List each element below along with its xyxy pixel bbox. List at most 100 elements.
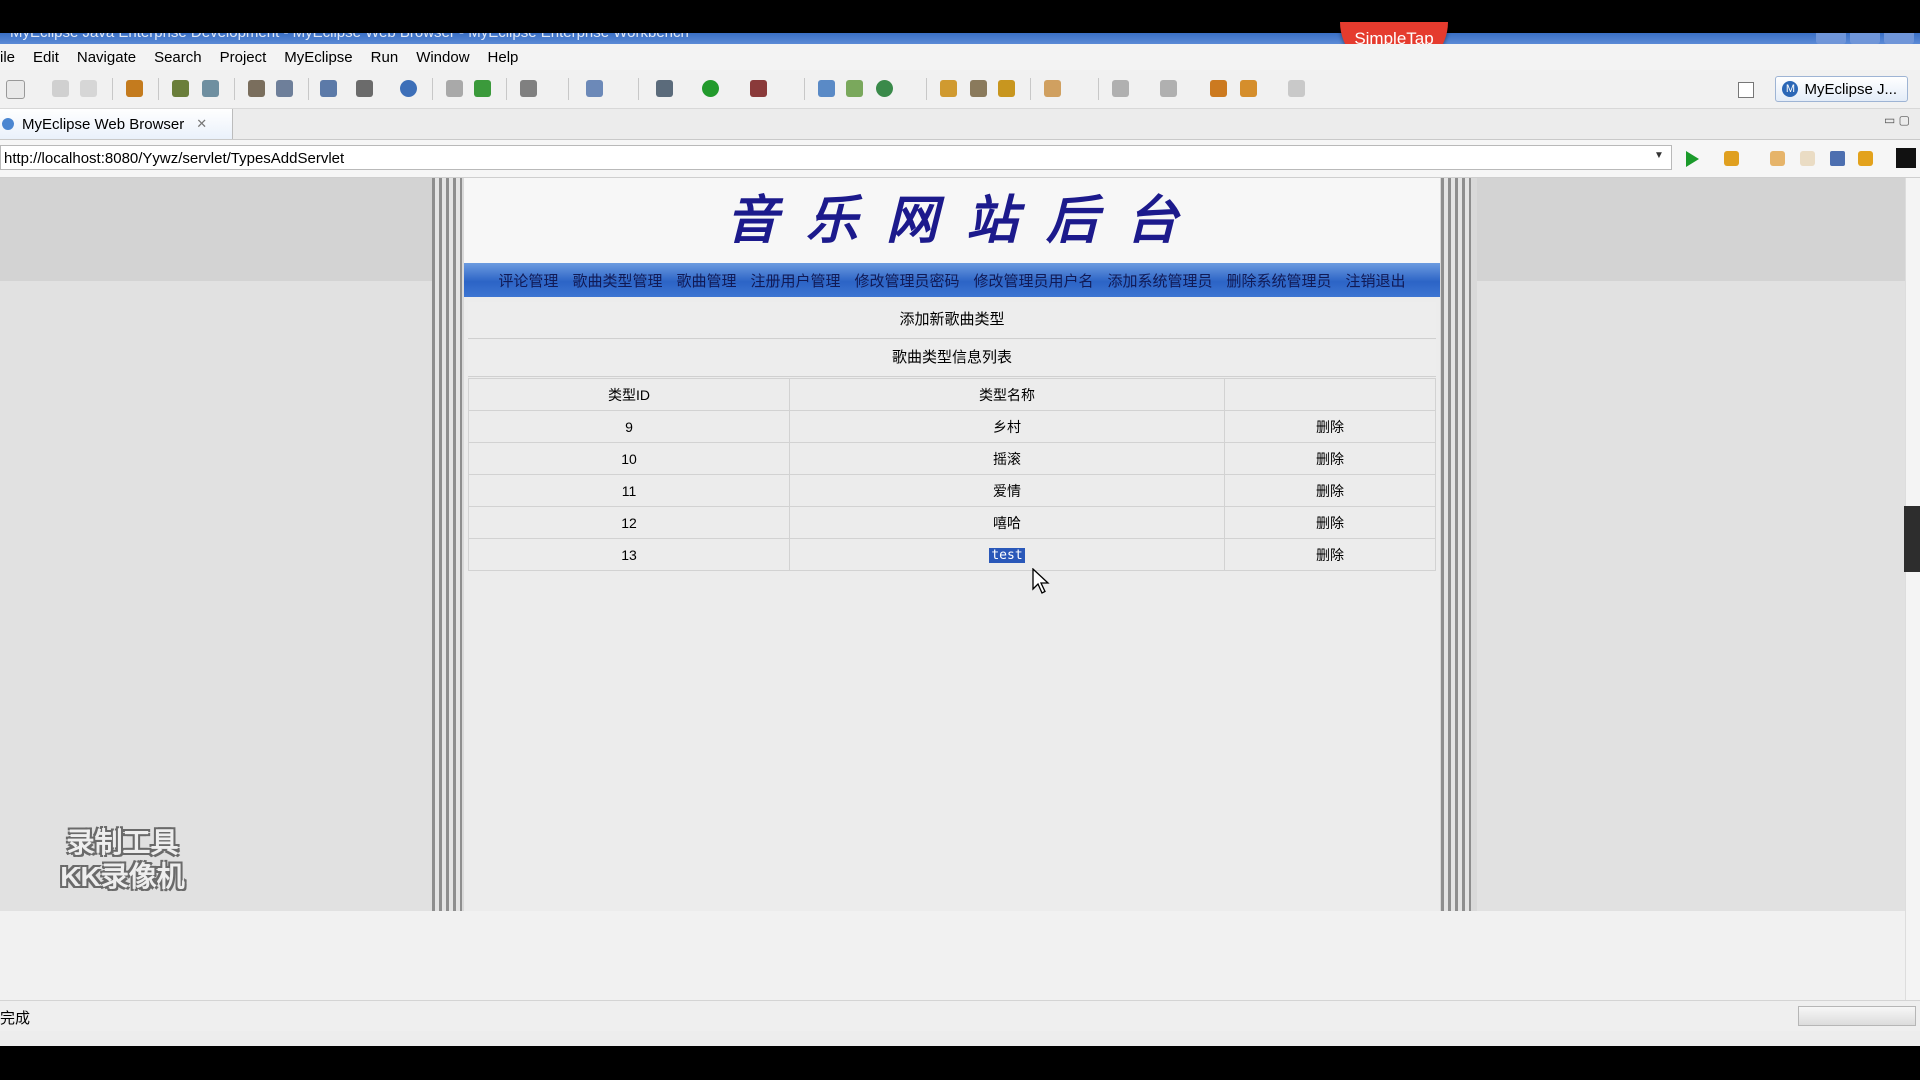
menu-help[interactable]: Help [479,49,528,66]
next-annotation-icon[interactable] [1112,80,1129,97]
new-icon[interactable] [6,80,25,99]
tab-web-browser[interactable]: MyEclipse Web Browser ✕ [0,109,233,139]
external-tools-icon[interactable] [750,80,767,97]
menu-navigate[interactable]: Navigate [68,49,145,66]
type-id: 13 [468,538,790,571]
vertical-scrollbar[interactable] [1905,178,1920,1000]
watermark-line-2: KK录像机 [60,861,185,892]
open-perspective-icon[interactable] [1738,82,1754,98]
type-name: 嘻哈 [789,506,1225,539]
nav-delete-admin[interactable]: 删除系统管理员 [1227,270,1332,291]
maximize-button[interactable] [1850,33,1880,44]
nav-logout[interactable]: 注销退出 [1346,270,1406,291]
go-icon[interactable] [1686,151,1699,167]
minimize-button[interactable] [1816,33,1846,44]
save-all-icon[interactable] [80,80,97,97]
new-interface-icon[interactable] [876,80,893,97]
forward-icon[interactable] [1800,151,1815,166]
nav-user-management[interactable]: 注册用户管理 [750,270,840,291]
wizard-icon[interactable] [356,80,373,97]
view-minmax-icons[interactable]: ▭ ▢ [1884,113,1910,127]
delete-link[interactable]: 删除 [1224,410,1436,443]
gear-icon[interactable] [172,80,189,97]
delete-link[interactable]: 删除 [1224,442,1436,475]
watermark-line-1: 录制工具 [66,827,179,858]
site-banner: 音乐网站后台 [464,178,1440,263]
admin-page: 音乐网站后台 评论管理 歌曲类型管理 歌曲管理 注册用户管理 修改管理员密码 修… [464,178,1440,911]
save-icon[interactable] [52,80,69,97]
table-row: 12 嘻哈 删除 [468,506,1436,539]
last-edit-icon[interactable] [1210,80,1227,97]
header-type-id: 类型ID [468,378,790,411]
window-title: MyEclipse Java Enterprise Development - … [10,33,689,41]
back-arrow-icon[interactable] [1240,80,1257,97]
nav-song-type-management[interactable]: 歌曲类型管理 [572,270,662,291]
menu-myeclipse[interactable]: MyEclipse [275,49,361,66]
debug-icon[interactable] [656,80,673,97]
table-row: 11 爱情 删除 [468,474,1436,507]
close-window-button[interactable] [1884,33,1914,44]
chevron-down-icon[interactable]: ▼ [1654,150,1664,161]
header-type-name: 类型名称 [789,378,1225,411]
status-bar: 完成 [0,1000,1920,1031]
nav-add-admin[interactable]: 添加系统管理员 [1108,270,1213,291]
type-id: 10 [468,442,790,475]
nav-comment-management[interactable]: 评论管理 [498,270,558,291]
left-background [0,178,432,911]
refresh-icon[interactable] [474,80,491,97]
nav-song-management[interactable]: 歌曲管理 [676,270,736,291]
menu-bar: ile Edit Navigate Search Project MyEclip… [0,44,1920,70]
server-icon[interactable] [202,80,219,97]
table-row: 10 摇滚 删除 [468,442,1436,475]
menu-run[interactable]: Run [362,49,408,66]
favorites-icon[interactable] [1724,151,1739,166]
package-icon[interactable] [126,80,143,97]
selected-text[interactable]: test [989,548,1025,563]
manage-deploy-icon[interactable] [276,80,293,97]
pencil-icon[interactable] [970,80,987,97]
perspective-button[interactable]: M MyEclipse J... [1775,76,1908,102]
globe-icon [2,118,14,130]
open-folder-icon[interactable] [446,80,463,97]
menu-file[interactable]: ile [0,49,24,66]
delete-link[interactable]: 删除 [1224,474,1436,507]
web-project-icon[interactable] [320,80,337,97]
type-id: 9 [468,410,790,443]
delete-link[interactable]: 删除 [1224,538,1436,571]
refresh-icon[interactable] [1858,151,1873,166]
nav-change-admin-password[interactable]: 修改管理员密码 [854,270,959,291]
open-resource-icon[interactable] [998,80,1015,97]
menu-project[interactable]: Project [211,49,276,66]
menu-window[interactable]: Window [407,49,478,66]
menu-search[interactable]: Search [145,49,211,66]
stop-icon[interactable] [1830,151,1845,166]
new-class-icon[interactable] [818,80,835,97]
tab-label: MyEclipse Web Browser [22,115,185,133]
prev-annotation-icon[interactable] [1160,80,1177,97]
close-icon[interactable]: ✕ [196,116,207,132]
status-text: 完成 [0,1010,31,1027]
camera-icon[interactable] [520,80,537,97]
site-title: 音乐网站后台 [725,190,1206,251]
side-panel-handle[interactable] [1904,506,1920,572]
header-action [1224,378,1436,411]
view-menu-icon[interactable] [1896,148,1916,168]
globe-icon[interactable] [400,80,417,97]
deploy-icon[interactable] [248,80,265,97]
run-icon[interactable] [702,80,719,97]
add-song-type-link[interactable]: 添加新歌曲类型 [468,302,1436,339]
search-icon[interactable] [586,80,603,97]
delete-link[interactable]: 删除 [1224,506,1436,539]
top-black-area [0,0,1920,33]
new-package-icon[interactable] [846,80,863,97]
url-input[interactable]: http://localhost:8080/Yywz/servlet/Types… [0,145,1672,170]
forward-arrow-icon[interactable] [1288,80,1305,97]
task-icon[interactable] [1044,80,1061,97]
menu-edit[interactable]: Edit [24,49,68,66]
open-type-icon[interactable] [940,80,957,97]
nav-change-admin-username[interactable]: 修改管理员用户名 [974,270,1094,291]
myeclipse-icon: M [1782,81,1799,97]
recorder-watermark: 录制工具 KK录像机 [40,826,205,894]
back-icon[interactable] [1770,151,1785,166]
type-name: 摇滚 [789,442,1225,475]
